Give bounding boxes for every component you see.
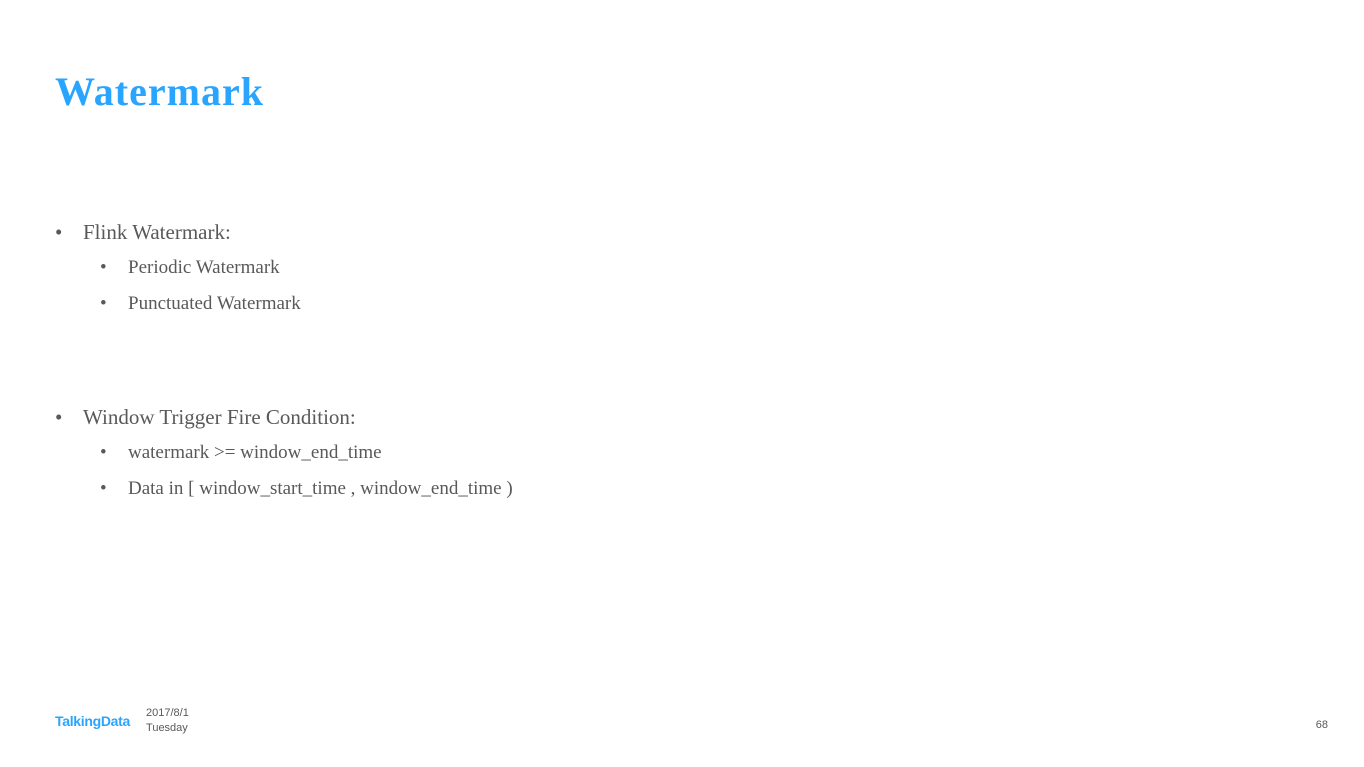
bullet-dot-icon: • xyxy=(100,478,128,500)
bullet-section1: • Flink Watermark: xyxy=(55,220,1309,245)
section1-heading: Flink Watermark: xyxy=(83,220,231,245)
bullet-dot-icon: • xyxy=(100,293,128,315)
date-block: 2017/8/1 Tuesday xyxy=(146,706,189,735)
bullet-dot-icon: • xyxy=(100,257,128,279)
bullet-item: • Punctuated Watermark xyxy=(100,293,1309,315)
bullet-item: • Periodic Watermark xyxy=(100,257,1309,279)
bullet-dot-icon: • xyxy=(55,405,83,430)
section2-item1: Data in [ window_start_time , window_end… xyxy=(128,478,513,500)
footer-date: 2017/8/1 xyxy=(146,706,189,720)
slide-footer: TalkingData 2017/8/1 Tuesday xyxy=(55,706,189,735)
section1-item1: Punctuated Watermark xyxy=(128,293,301,315)
logo: TalkingData xyxy=(55,713,130,729)
section2-item0: watermark >= window_end_time xyxy=(128,442,382,464)
page-number: 68 xyxy=(1316,719,1328,731)
bullet-item: • watermark >= window_end_time xyxy=(100,442,1309,464)
section2-heading: Window Trigger Fire Condition: xyxy=(83,405,356,430)
section1-item0: Periodic Watermark xyxy=(128,257,280,279)
footer-day: Tuesday xyxy=(146,721,189,735)
bullet-dot-icon: • xyxy=(100,442,128,464)
bullet-section2: • Window Trigger Fire Condition: xyxy=(55,405,1309,430)
slide-content: • Flink Watermark: • Periodic Watermark … xyxy=(55,220,1309,514)
slide-title: Watermark xyxy=(55,68,264,115)
bullet-item: • Data in [ window_start_time , window_e… xyxy=(100,478,1309,500)
bullet-dot-icon: • xyxy=(55,220,83,245)
